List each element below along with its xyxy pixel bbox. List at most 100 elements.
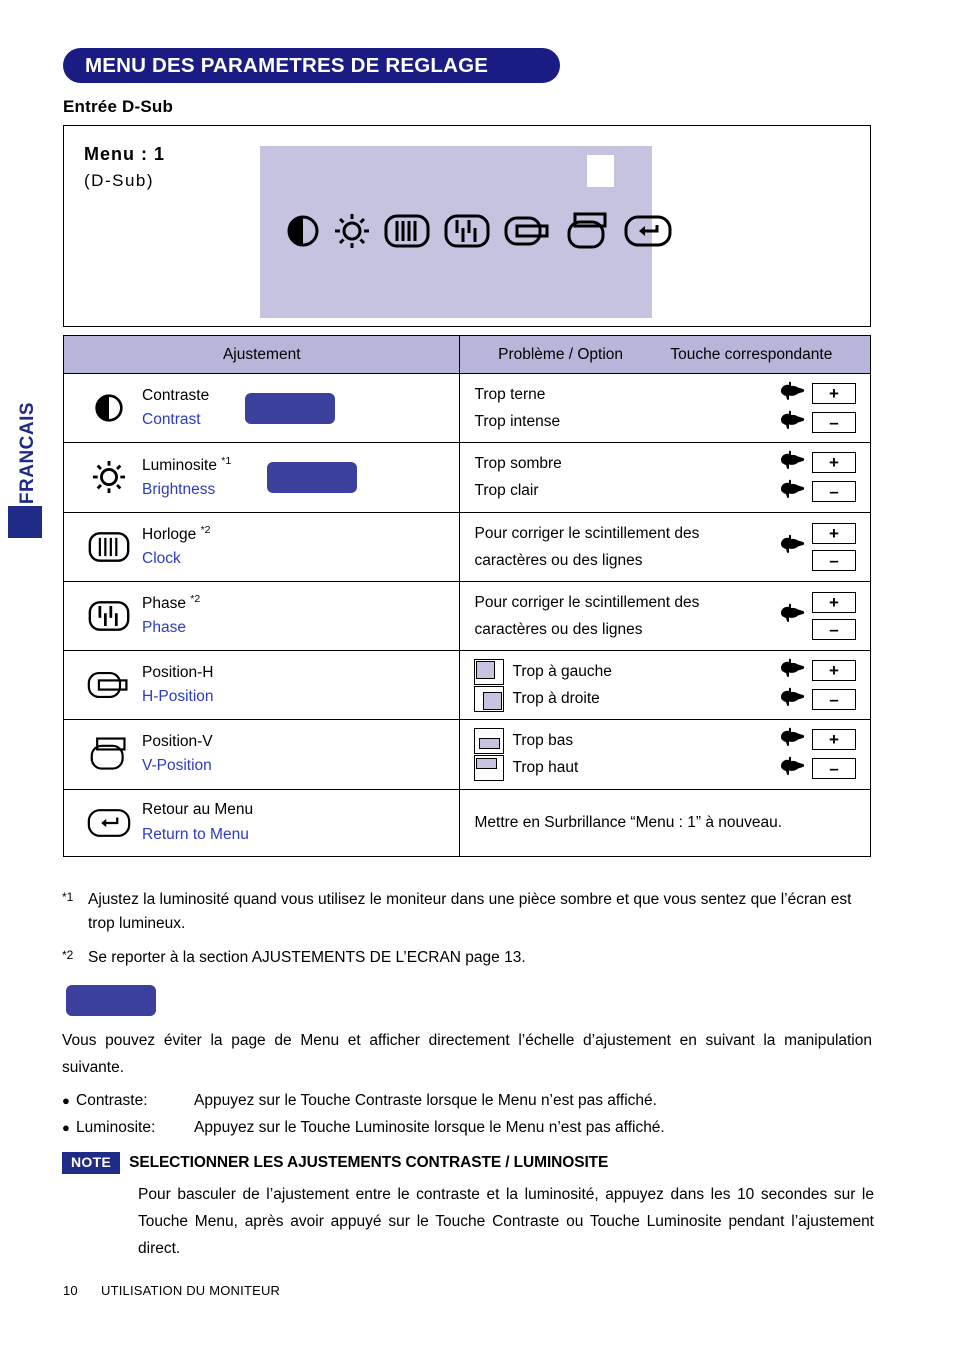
problem-text: Trop bas bbox=[512, 732, 574, 750]
clock-icon bbox=[384, 214, 430, 253]
header-problem-key: Problème / Option Touche correspondante bbox=[459, 335, 871, 374]
problem-line: caractères ou des lignes bbox=[474, 616, 760, 643]
position-indicator-box-bottom bbox=[474, 754, 505, 781]
problem-body: Pour corriger le scintillement des caract… bbox=[460, 513, 760, 581]
footer-page-number: 10 bbox=[63, 1283, 78, 1298]
h-position-icon bbox=[82, 669, 136, 701]
table-header-row: Ajustement Problème / Option Touche corr… bbox=[62, 335, 871, 374]
key-button-minus[interactable]: – bbox=[812, 481, 856, 503]
pointing-hand-icon bbox=[779, 479, 805, 504]
adjustment-cell: Luminosite *1 Brightness bbox=[62, 442, 461, 513]
adjustment-label-en: Clock bbox=[142, 550, 181, 568]
problem-body: Trop bas Trop haut bbox=[460, 720, 760, 788]
key-column: + – bbox=[760, 381, 870, 435]
key-button-minus[interactable]: – bbox=[812, 689, 856, 711]
problem-key-cell: Trop sombre Trop clair + – bbox=[459, 442, 871, 513]
adjustment-label-en: V-Position bbox=[142, 757, 212, 775]
key-button-plus[interactable]: + bbox=[812, 660, 856, 682]
note-title: SELECTIONNER LES AJUSTEMENTS CONTRASTE /… bbox=[129, 1154, 609, 1171]
position-indicator-box-left bbox=[474, 658, 505, 685]
pointing-hand-icon bbox=[779, 756, 805, 781]
page-footer: 10 UTILISATION DU MONITEUR bbox=[63, 1283, 280, 1298]
header-problem-label: Problème / Option bbox=[498, 345, 624, 363]
key-row: + bbox=[779, 727, 856, 752]
h-position-icon bbox=[504, 214, 552, 253]
problem-line: Trop terne bbox=[474, 381, 760, 408]
problem-body: Trop sombre Trop clair bbox=[460, 443, 760, 511]
adjustment-label-en: Phase bbox=[142, 619, 186, 637]
brightness-icon bbox=[82, 460, 136, 494]
language-side-tab: FRANCAIS bbox=[0, 380, 46, 560]
key-row: + bbox=[779, 450, 856, 475]
osd-icon-row bbox=[286, 212, 672, 255]
problem-text: Trop terne bbox=[474, 386, 546, 403]
key-button-plus[interactable]: + bbox=[812, 729, 856, 751]
key-button-minus[interactable]: – bbox=[812, 758, 856, 780]
osd-illustration-box: Menu : 1 (D-Sub) bbox=[63, 125, 871, 327]
key-column: + – bbox=[760, 727, 870, 781]
adjustment-cell: Contraste Contrast bbox=[62, 372, 461, 444]
pointing-hand-icon bbox=[779, 534, 805, 559]
footer-section: UTILISATION DU MONITEUR bbox=[101, 1283, 281, 1298]
direct-adjustment-list: ● Contraste: Appuyez sur le Touche Contr… bbox=[62, 1088, 872, 1141]
adjustment-table: Ajustement Problème / Option Touche corr… bbox=[62, 335, 871, 857]
footnote-1: *1 Ajustez la luminosité quand vous utili… bbox=[62, 888, 874, 936]
problem-text: Trop sombre bbox=[474, 455, 562, 473]
key-button-minus[interactable]: – bbox=[812, 549, 856, 571]
note-badge: NOTE bbox=[62, 1152, 121, 1175]
problem-body: Trop à gauche Trop à droite bbox=[460, 651, 760, 719]
adjustment-label-fr: Position-H bbox=[142, 664, 214, 682]
table-row: Phase *2 Phase Pour corriger le scintillem… bbox=[62, 580, 871, 652]
key-button-plus[interactable]: + bbox=[812, 591, 856, 613]
brightness-icon bbox=[334, 213, 370, 254]
footnote-marker: *2 bbox=[190, 593, 201, 606]
note-block: NOTE SELECTIONNER LES AJUSTEMENTS CONTRA… bbox=[62, 1152, 874, 1262]
adjustment-label-en: H-Position bbox=[142, 688, 214, 706]
footnote-2: *2 Se reporter à la section AJUSTEMENTS D… bbox=[62, 946, 874, 970]
problem-line: Trop intense bbox=[474, 408, 760, 435]
bullet-icon: ● bbox=[62, 1093, 70, 1108]
header-adjustment: Ajustement bbox=[62, 335, 461, 374]
table-row: Position-V V-Position Trop bas Trop haut + – bbox=[62, 719, 871, 790]
osd-input-label: (D-Sub) bbox=[84, 171, 155, 190]
osd-menu-label: Menu : 1 bbox=[84, 144, 166, 164]
footnote-2-mark: *2 bbox=[62, 948, 74, 962]
v-position-icon bbox=[82, 736, 136, 772]
bullet-value-luminosite: Appuyez sur le Touche Luminosite lorsque… bbox=[194, 1118, 665, 1136]
phase-icon bbox=[82, 600, 136, 632]
key-button-plus[interactable]: + bbox=[812, 522, 856, 544]
key-column: + – bbox=[760, 591, 870, 640]
table-row: Contraste Contrast Trop terne Trop intense +… bbox=[62, 372, 871, 444]
bullet-key-contraste: Contraste: bbox=[76, 1092, 148, 1109]
pointing-hand-icon bbox=[779, 410, 805, 435]
problem-text: Trop à gauche bbox=[512, 663, 612, 680]
v-position-icon bbox=[566, 212, 610, 255]
footnote-1-text: Ajustez la luminosité quand vous utilise… bbox=[88, 891, 852, 933]
adjustment-cell: Retour au Menu Return to Menu bbox=[62, 788, 461, 857]
key-button-minus[interactable]: – bbox=[812, 618, 856, 640]
key-button-plus[interactable]: + bbox=[812, 452, 856, 474]
adjustment-label-en: Contrast bbox=[142, 411, 201, 429]
problem-text: Trop intense bbox=[474, 413, 561, 431]
problem-text: Pour corriger le scintillement des bbox=[474, 524, 700, 542]
key-row: – bbox=[779, 410, 856, 435]
problem-key-cell: Trop bas Trop haut + – bbox=[459, 719, 871, 790]
table-row: Position-H H-Position Trop à gauche Trop à … bbox=[62, 649, 871, 721]
table-row: Horloge *2 Clock Pour corriger le scintill… bbox=[62, 511, 871, 582]
contrast-icon bbox=[286, 214, 320, 253]
footnote-1-mark: *1 bbox=[62, 890, 74, 904]
problem-text: Pour corriger le scintillement des bbox=[474, 593, 700, 611]
key-button-minus[interactable]: – bbox=[812, 412, 856, 434]
key-button-plus[interactable]: + bbox=[812, 383, 856, 405]
phase-icon bbox=[444, 214, 490, 253]
table-row: Retour au Menu Return to Menu Mettre en Su… bbox=[62, 788, 871, 857]
direct-adjustment-paragraph: Vous pouvez éviter la page de Menu et af… bbox=[62, 1032, 872, 1076]
bullet-key-luminosite: Luminosite: bbox=[76, 1118, 156, 1136]
adjustment-label-en: Return to Menu bbox=[142, 825, 249, 843]
pointing-hand-icon bbox=[779, 603, 805, 628]
problem-key-cell: Trop à gauche Trop à droite + – bbox=[459, 649, 871, 721]
problem-text: Trop à droite bbox=[512, 690, 600, 708]
adjustment-label-fr: Phase *2 bbox=[142, 593, 201, 613]
page-title: MENU DES PARAMETRES DE REGLAGE bbox=[63, 48, 560, 83]
problem-body: Trop terne Trop intense bbox=[460, 374, 760, 442]
